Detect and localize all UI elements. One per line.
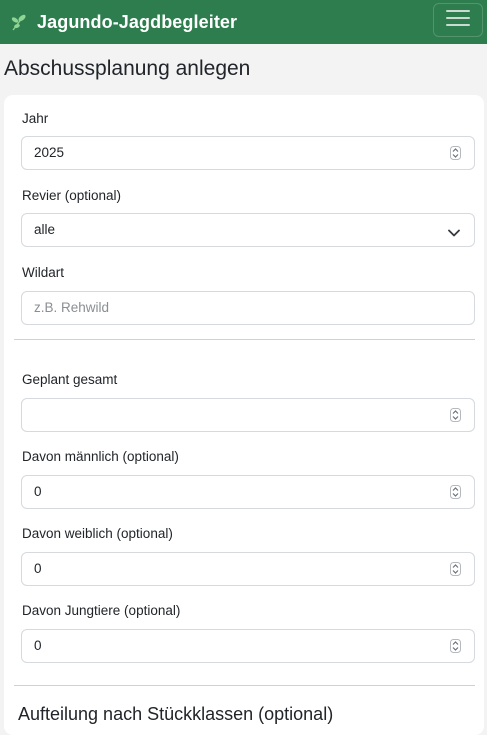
brand-link[interactable]: Jagundo-Jagdbegleiter [10, 12, 237, 33]
young-value: 0 [34, 638, 42, 653]
chevron-down-icon [448, 225, 460, 237]
form-card: Jahr 2025 Revier (optional) alle Wildart… [4, 95, 484, 735]
wildart-label: Wildart [22, 265, 65, 280]
year-input[interactable]: 2025 [21, 136, 475, 170]
female-label: Davon weiblich (optional) [22, 526, 173, 541]
male-value: 0 [34, 484, 42, 499]
wildart-placeholder: z.B. Rehwild [34, 300, 110, 315]
top-navbar: Jagundo-Jagdbegleiter [0, 0, 487, 44]
page-title: Abschussplanung anlegen [4, 57, 251, 80]
revier-label: Revier (optional) [22, 188, 122, 203]
young-label: Davon Jungtiere (optional) [22, 603, 181, 618]
male-input[interactable]: 0 [21, 475, 475, 509]
female-input[interactable]: 0 [21, 552, 475, 586]
male-label: Davon männlich (optional) [22, 449, 179, 464]
spinner-arrows-icon[interactable] [450, 408, 461, 422]
section-divider [14, 685, 475, 686]
year-label: Jahr [22, 111, 49, 126]
spinner-arrows-icon[interactable] [450, 639, 461, 653]
young-input[interactable]: 0 [21, 629, 475, 663]
brand-name: Jagundo-Jagdbegleiter [37, 11, 238, 32]
revier-selected-value: alle [34, 222, 56, 237]
female-value: 0 [34, 561, 42, 576]
form-divider [14, 339, 475, 340]
year-value: 2025 [34, 145, 65, 160]
spinner-arrows-icon[interactable] [450, 146, 461, 160]
stueckklassen-heading: Aufteilung nach Stückklassen (optional) [18, 704, 334, 724]
spinner-arrows-icon[interactable] [450, 562, 461, 576]
planned-total-label: Geplant gesamt [22, 372, 118, 387]
leaf-icon [10, 13, 28, 31]
revier-select[interactable]: alle [21, 213, 475, 247]
planned-total-input[interactable] [21, 398, 475, 432]
spinner-arrows-icon[interactable] [450, 485, 461, 499]
navbar-toggle-button[interactable] [433, 3, 483, 37]
hamburger-menu-icon [446, 9, 470, 32]
wildart-input[interactable]: z.B. Rehwild [21, 291, 475, 325]
